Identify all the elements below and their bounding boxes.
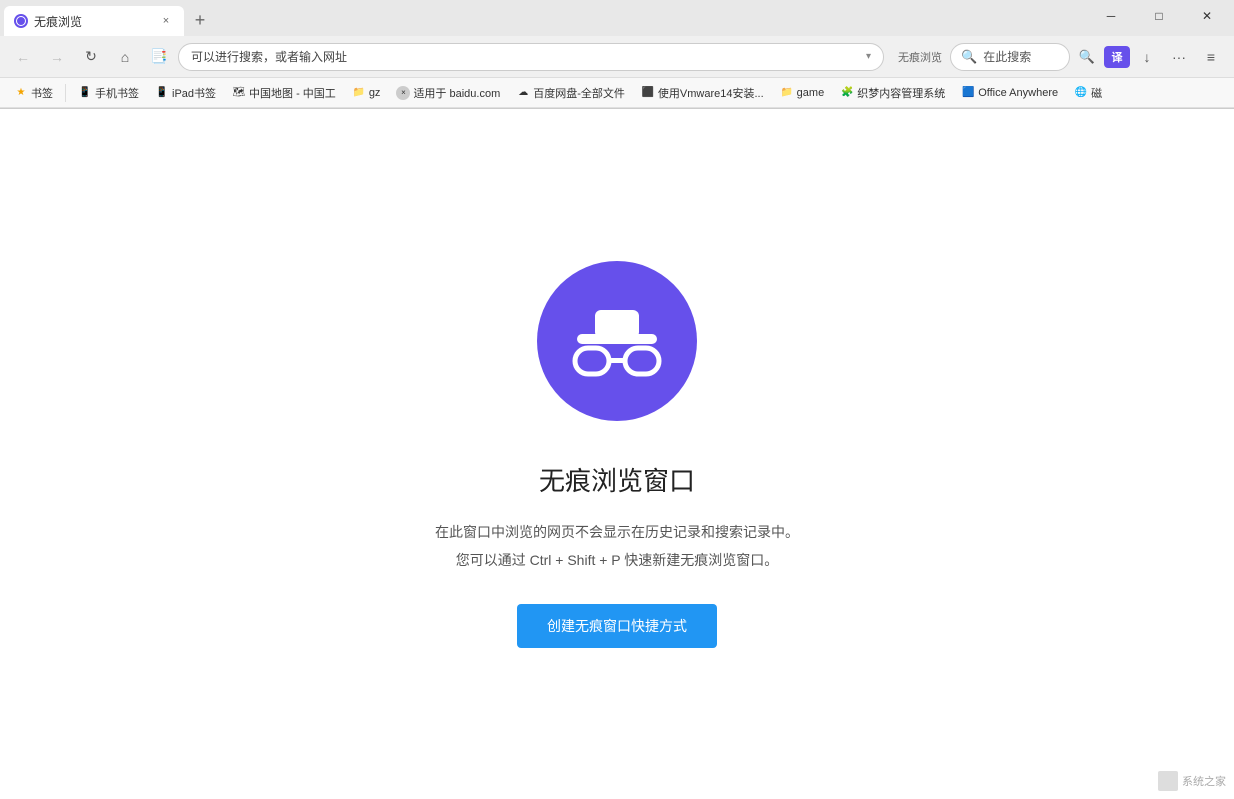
- desc-line-1: 在此窗口中浏览的网页不会显示在历史记录和搜索记录中。: [435, 518, 799, 546]
- bookmark-label: 百度网盘-全部文件: [533, 85, 625, 101]
- address-text: 可以进行搜索，或者输入网址: [191, 48, 860, 65]
- active-tab[interactable]: 无痕浏览 ×: [4, 6, 184, 36]
- office-anywhere-icon: 🟦: [961, 86, 975, 100]
- phone-icon: 📱: [78, 86, 92, 100]
- tab-favicon: [14, 14, 28, 28]
- bookmark-label: 中国地图 - 中国工: [249, 85, 336, 101]
- game-folder-icon: 📁: [780, 86, 794, 100]
- maximize-button[interactable]: □: [1136, 0, 1182, 32]
- translate-button[interactable]: 译: [1104, 46, 1130, 68]
- globe-icon: 🌐: [1074, 86, 1088, 100]
- bookmark-label: Office Anywhere: [978, 87, 1058, 99]
- main-description: 在此窗口中浏览的网页不会显示在历史记录和搜索记录中。 您可以通过 Ctrl + …: [435, 518, 799, 574]
- forward-button[interactable]: →: [42, 43, 72, 71]
- bookmark-item-game[interactable]: 📁 game: [774, 82, 831, 104]
- browser-chrome: 无痕浏览 × + ─ □ ✕ ← → ↻ ⌂ 📑 可以进行搜索，或者输入网址 ▾: [0, 0, 1234, 109]
- bookmark-label: 织梦内容管理系统: [857, 85, 945, 101]
- refresh-button[interactable]: ↻: [76, 43, 106, 71]
- bookmark-label: game: [797, 87, 825, 99]
- menu-button[interactable]: ≡: [1196, 43, 1226, 71]
- window-controls: ─ □ ✕: [1088, 0, 1230, 32]
- tab-close-button[interactable]: ×: [158, 13, 174, 29]
- bookmark-label: iPad书签: [172, 85, 216, 101]
- bookmark-divider: [65, 84, 66, 102]
- bookmark-label: 适用于 baidu.com: [413, 85, 500, 101]
- dedecms-icon: 🧩: [840, 86, 854, 100]
- minimize-button[interactable]: ─: [1088, 0, 1134, 32]
- private-mode-badge: 无痕浏览: [892, 43, 948, 71]
- cloud-icon: ☁: [516, 86, 530, 100]
- new-tab-button[interactable]: +: [186, 6, 214, 34]
- map-icon: 🗺: [232, 86, 246, 100]
- bookmark-item-shuzhangjian[interactable]: ★ 书签: [8, 82, 59, 104]
- bookmark-label: 磁: [1091, 85, 1102, 101]
- tab-title: 无痕浏览: [34, 13, 152, 30]
- bookmark-item-ipad[interactable]: 📱 iPad书签: [149, 82, 222, 104]
- create-shortcut-button[interactable]: 创建无痕窗口快捷方式: [517, 604, 717, 648]
- page-title: 无痕浏览窗口: [539, 461, 695, 498]
- bookmarks-button[interactable]: 📑: [144, 43, 174, 71]
- bookmark-label: 使用Vmware14安装...: [658, 85, 764, 101]
- search-icon: 🔍: [961, 49, 977, 65]
- tab-bar: 无痕浏览 × + ─ □ ✕: [0, 0, 1234, 36]
- download-button[interactable]: ↓: [1132, 43, 1162, 71]
- bookmark-item-gz[interactable]: 📁 gz: [346, 82, 387, 104]
- bookmark-item-dedecms[interactable]: 🧩 织梦内容管理系统: [834, 82, 951, 104]
- search-button[interactable]: 🔍: [1072, 43, 1102, 71]
- baidu-icon: ×: [396, 86, 410, 100]
- back-button[interactable]: ←: [8, 43, 38, 71]
- bookmark-label: 手机书签: [95, 85, 139, 101]
- address-dropdown[interactable]: ▾: [866, 51, 871, 62]
- ipad-icon: 📱: [155, 86, 169, 100]
- bookmark-item-phone[interactable]: 📱 手机书签: [72, 82, 145, 104]
- star-icon: ★: [14, 86, 28, 100]
- watermark-icon: [1158, 771, 1178, 791]
- bookmark-item-office-anywhere[interactable]: 🟦 Office Anywhere: [955, 82, 1064, 104]
- magnifier-icon: 🔍: [1079, 49, 1095, 65]
- folder-icon: 📁: [352, 86, 366, 100]
- bookmark-item-ci[interactable]: 🌐 磁: [1068, 82, 1108, 104]
- bookmark-item-map[interactable]: 🗺 中国地图 - 中国工: [226, 82, 342, 104]
- more-button[interactable]: ···: [1164, 43, 1194, 71]
- close-button[interactable]: ✕: [1184, 0, 1230, 32]
- bookmarks-bar: ★ 书签 📱 手机书签 📱 iPad书签 🗺 中国地图 - 中国工 📁 gz ×…: [0, 78, 1234, 108]
- vmware-icon: ⬛: [641, 86, 655, 100]
- desc-line-2: 您可以通过 Ctrl + Shift + P 快速新建无痕浏览窗口。: [435, 546, 799, 574]
- address-bar[interactable]: 可以进行搜索，或者输入网址 ▾: [178, 43, 884, 71]
- bookmark-item-baidupan[interactable]: ☁ 百度网盘-全部文件: [510, 82, 631, 104]
- home-button[interactable]: ⌂: [110, 43, 140, 71]
- bookmark-item-baidu[interactable]: × 适用于 baidu.com: [390, 82, 506, 104]
- incognito-icon: [567, 296, 667, 386]
- search-placeholder: 在此搜索: [983, 48, 1031, 65]
- bookmark-label: gz: [369, 87, 381, 99]
- watermark-text: 系统之家: [1182, 773, 1226, 789]
- main-content: 无痕浏览窗口 在此窗口中浏览的网页不会显示在历史记录和搜索记录中。 您可以通过 …: [0, 109, 1234, 799]
- bookmark-label: 书签: [31, 85, 53, 101]
- bookmark-item-vmware[interactable]: ⬛ 使用Vmware14安装...: [635, 82, 770, 104]
- search-box[interactable]: 🔍 在此搜索: [950, 43, 1070, 71]
- nav-right-controls: 无痕浏览 🔍 在此搜索 🔍 译 ↓ ··· ≡: [892, 43, 1226, 71]
- navigation-bar: ← → ↻ ⌂ 📑 可以进行搜索，或者输入网址 ▾ 无痕浏览 🔍 在此搜索 🔍: [0, 36, 1234, 78]
- incognito-logo: [537, 261, 697, 421]
- watermark: 系统之家: [1158, 771, 1226, 791]
